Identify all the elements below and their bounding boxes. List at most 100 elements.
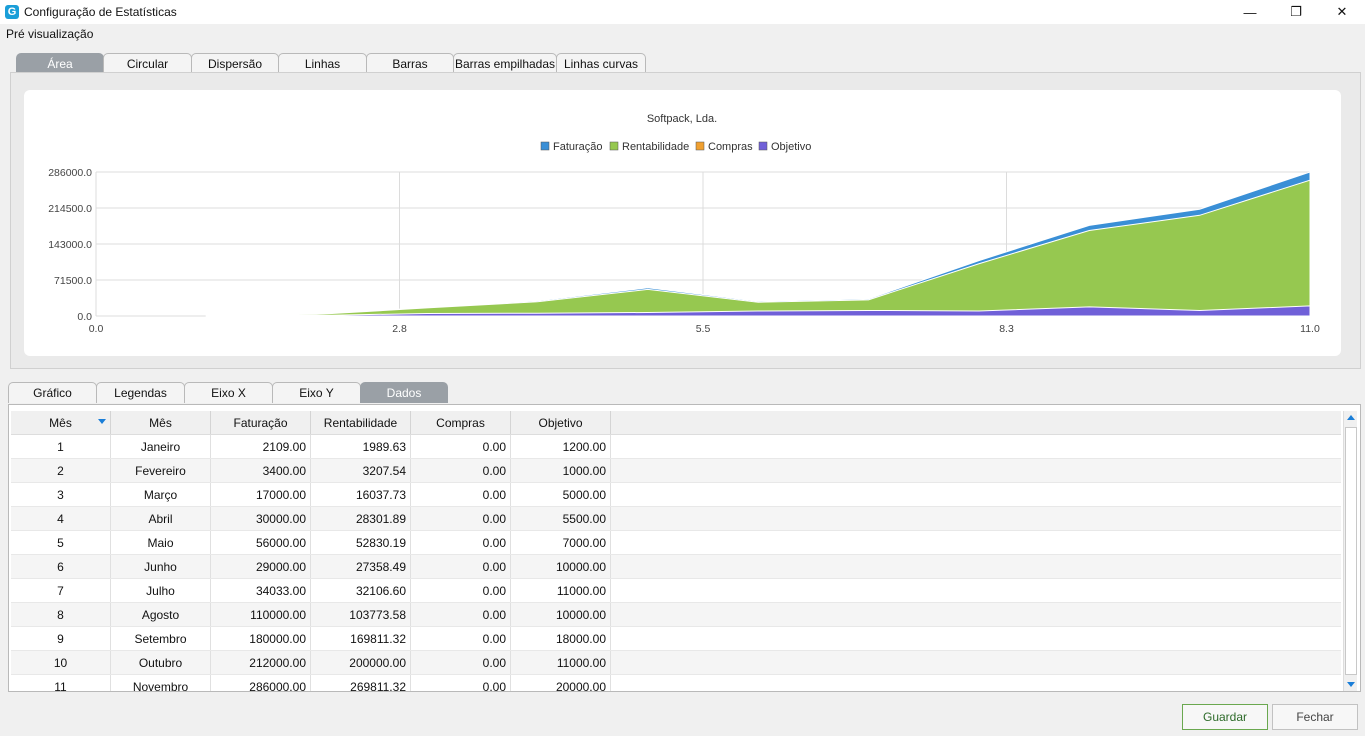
close-dialog-button[interactable]: Fechar <box>1272 704 1358 730</box>
table-cell[interactable]: 269811.32 <box>311 675 411 691</box>
table-cell[interactable]: 17000.00 <box>211 483 311 506</box>
column-header[interactable]: Objetivo <box>511 411 611 434</box>
table-cell[interactable]: 32106.60 <box>311 579 411 602</box>
scroll-thumb[interactable] <box>1345 427 1357 675</box>
table-cell[interactable]: 3400.00 <box>211 459 311 482</box>
table-cell[interactable]: 10 <box>11 651 111 674</box>
table-cell[interactable]: 10000.00 <box>511 603 611 626</box>
table-cell[interactable]: Novembro <box>111 675 211 691</box>
table-cell[interactable]: Setembro <box>111 627 211 650</box>
table-cell[interactable]: 9 <box>11 627 111 650</box>
minimize-button[interactable]: — <box>1227 0 1273 24</box>
table-cell[interactable]: 11 <box>11 675 111 691</box>
table-cell[interactable]: 0.00 <box>411 675 511 691</box>
table-cell[interactable]: 5500.00 <box>511 507 611 530</box>
table-cell[interactable]: Agosto <box>111 603 211 626</box>
table-cell[interactable]: Outubro <box>111 651 211 674</box>
table-cell[interactable]: 200000.00 <box>311 651 411 674</box>
table-cell[interactable]: 0.00 <box>411 603 511 626</box>
table-cell[interactable]: Junho <box>111 555 211 578</box>
table-cell[interactable]: 28301.89 <box>311 507 411 530</box>
tab-linhas-curvas[interactable]: Linhas curvas <box>556 53 646 74</box>
table-row[interactable]: 7 Julho 34033.00 32106.60 0.00 11000.00 <box>11 579 1341 603</box>
table-cell[interactable]: 110000.00 <box>211 603 311 626</box>
table-cell[interactable]: 0.00 <box>411 651 511 674</box>
table-row[interactable]: 5 Maio 56000.00 52830.19 0.00 7000.00 <box>11 531 1341 555</box>
restore-button[interactable]: ❐ <box>1273 0 1319 24</box>
tab-eixo-x[interactable]: Eixo X <box>184 382 273 403</box>
table-cell[interactable]: 11000.00 <box>511 651 611 674</box>
tab-circular[interactable]: Circular <box>103 53 192 74</box>
table-cell[interactable]: 169811.32 <box>311 627 411 650</box>
sort-descending-icon[interactable] <box>98 419 106 424</box>
table-cell[interactable]: Julho <box>111 579 211 602</box>
table-cell[interactable]: 0.00 <box>411 555 511 578</box>
vertical-scrollbar[interactable] <box>1343 411 1357 691</box>
tab-area[interactable]: Área <box>16 53 104 74</box>
table-cell[interactable]: 7 <box>11 579 111 602</box>
table-cell[interactable]: 56000.00 <box>211 531 311 554</box>
column-header[interactable]: Mês <box>111 411 211 434</box>
table-cell[interactable]: 180000.00 <box>211 627 311 650</box>
table-cell[interactable]: 27358.49 <box>311 555 411 578</box>
tab-barras[interactable]: Barras <box>366 53 454 74</box>
table-cell[interactable]: 286000.00 <box>211 675 311 691</box>
table-row[interactable]: 3 Março 17000.00 16037.73 0.00 5000.00 <box>11 483 1341 507</box>
table-cell[interactable]: 2 <box>11 459 111 482</box>
table-cell[interactable]: 0.00 <box>411 483 511 506</box>
close-button[interactable]: ✕ <box>1319 0 1365 24</box>
save-button[interactable]: Guardar <box>1182 704 1268 730</box>
table-cell[interactable]: 0.00 <box>411 627 511 650</box>
table-cell[interactable]: 20000.00 <box>511 675 611 691</box>
table-cell[interactable]: 52830.19 <box>311 531 411 554</box>
table-row[interactable]: 8 Agosto 110000.00 103773.58 0.00 10000.00 <box>11 603 1341 627</box>
table-cell[interactable]: 34033.00 <box>211 579 311 602</box>
table-cell[interactable]: 29000.00 <box>211 555 311 578</box>
table-cell[interactable]: 0.00 <box>411 507 511 530</box>
scroll-up-arrow-icon[interactable] <box>1347 415 1355 420</box>
table-cell[interactable]: 16037.73 <box>311 483 411 506</box>
table-cell[interactable]: 3 <box>11 483 111 506</box>
tab-barras-empilhadas[interactable]: Barras empilhadas <box>453 53 557 74</box>
tab-dispersao[interactable]: Dispersão <box>191 53 279 74</box>
table-cell[interactable]: Janeiro <box>111 435 211 458</box>
tab-eixo-y[interactable]: Eixo Y <box>272 382 361 403</box>
table-cell[interactable]: 0.00 <box>411 579 511 602</box>
table-cell[interactable]: 0.00 <box>411 531 511 554</box>
table-cell[interactable]: 5000.00 <box>511 483 611 506</box>
table-cell[interactable]: 212000.00 <box>211 651 311 674</box>
table-cell[interactable]: 4 <box>11 507 111 530</box>
column-header[interactable]: Rentabilidade <box>311 411 411 434</box>
table-row[interactable]: 10 Outubro 212000.00 200000.00 0.00 11000.00 <box>11 651 1341 675</box>
table-row[interactable]: 4 Abril 30000.00 28301.89 0.00 5500.00 <box>11 507 1341 531</box>
table-cell[interactable]: 7000.00 <box>511 531 611 554</box>
table-cell[interactable]: 1000.00 <box>511 459 611 482</box>
table-row[interactable]: 6 Junho 29000.00 27358.49 0.00 10000.00 <box>11 555 1341 579</box>
table-cell[interactable]: 1 <box>11 435 111 458</box>
table-cell[interactable]: 2109.00 <box>211 435 311 458</box>
table-cell[interactable]: Abril <box>111 507 211 530</box>
scroll-down-arrow-icon[interactable] <box>1347 682 1355 687</box>
column-header[interactable]: Mês <box>11 411 111 434</box>
table-cell[interactable]: 10000.00 <box>511 555 611 578</box>
table-cell[interactable]: 6 <box>11 555 111 578</box>
table-cell[interactable]: 8 <box>11 603 111 626</box>
table-cell[interactable]: Março <box>111 483 211 506</box>
table-cell[interactable]: 18000.00 <box>511 627 611 650</box>
table-cell[interactable]: 103773.58 <box>311 603 411 626</box>
table-cell[interactable]: 5 <box>11 531 111 554</box>
tab-grafico[interactable]: Gráfico <box>8 382 97 403</box>
table-cell[interactable]: 0.00 <box>411 459 511 482</box>
tab-linhas[interactable]: Linhas <box>278 53 367 74</box>
table-row[interactable]: 2 Fevereiro 3400.00 3207.54 0.00 1000.00 <box>11 459 1341 483</box>
table-cell[interactable]: Fevereiro <box>111 459 211 482</box>
table-cell[interactable]: 3207.54 <box>311 459 411 482</box>
table-cell[interactable]: 1200.00 <box>511 435 611 458</box>
table-cell[interactable]: Maio <box>111 531 211 554</box>
table-row[interactable]: 11 Novembro 286000.00 269811.32 0.00 20000.00 <box>11 675 1341 691</box>
table-row[interactable]: 1 Janeiro 2109.00 1989.63 0.00 1200.00 <box>11 435 1341 459</box>
column-header[interactable]: Faturação <box>211 411 311 434</box>
table-cell[interactable]: 30000.00 <box>211 507 311 530</box>
table-cell[interactable]: 1989.63 <box>311 435 411 458</box>
tab-legendas[interactable]: Legendas <box>96 382 185 403</box>
